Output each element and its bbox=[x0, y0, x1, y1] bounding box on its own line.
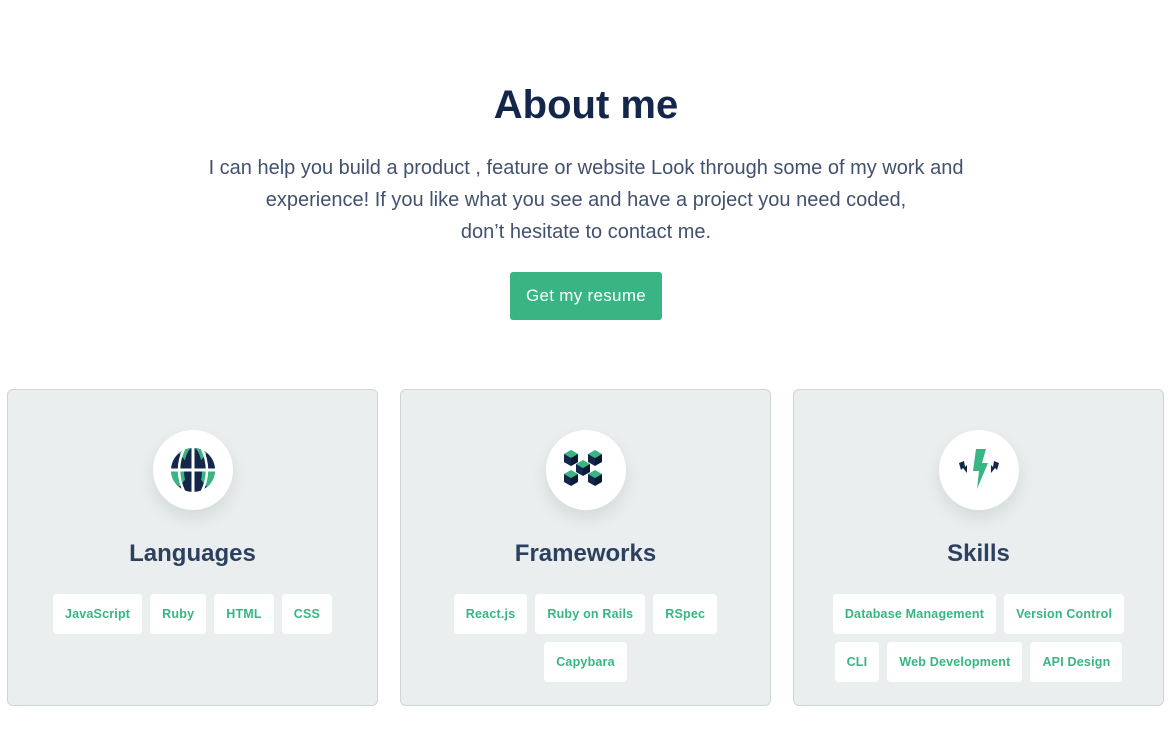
languages-card: Languages JavaScript Ruby HTML CSS bbox=[7, 389, 378, 706]
skills-icon-badge bbox=[939, 430, 1019, 510]
tag: Ruby bbox=[150, 594, 207, 634]
about-description: I can help you build a product , feature… bbox=[170, 152, 1002, 248]
tag: CLI bbox=[834, 642, 880, 682]
card-title: Frameworks bbox=[514, 540, 657, 567]
card-title: Skills bbox=[947, 540, 1010, 567]
tag: Ruby on Rails bbox=[535, 594, 646, 634]
tag: RSpec bbox=[653, 594, 718, 634]
page-title: About me bbox=[493, 83, 679, 127]
skills-card: Skills Database Management Version Contr… bbox=[793, 389, 1164, 706]
tag: API Design bbox=[1030, 642, 1123, 682]
card-title: Languages bbox=[129, 540, 256, 567]
get-resume-button[interactable]: Get my resume bbox=[510, 272, 662, 320]
lightning-icon bbox=[959, 449, 999, 489]
tag: HTML bbox=[214, 594, 274, 634]
cubes-icon bbox=[564, 450, 602, 486]
tag-list: Database Management Version Control CLI … bbox=[794, 594, 1163, 690]
tag: Version Control bbox=[1004, 594, 1125, 634]
tag-row: Capybara bbox=[401, 642, 770, 682]
globe-icon bbox=[170, 447, 216, 492]
frameworks-card: Frameworks React.js Ruby on Rails RSpec … bbox=[400, 389, 771, 706]
tag-list: JavaScript Ruby HTML CSS bbox=[8, 594, 377, 642]
tag: CSS bbox=[281, 594, 333, 634]
languages-icon-badge bbox=[153, 430, 233, 510]
tag: React.js bbox=[453, 594, 528, 634]
tag-list: React.js Ruby on Rails RSpec Capybara bbox=[401, 594, 770, 690]
frameworks-icon-badge bbox=[546, 430, 626, 510]
about-description-line: experience! If you like what you see and… bbox=[265, 189, 907, 211]
tag-row: CLI Web Development API Design bbox=[794, 642, 1163, 682]
about-description-line: I can help you build a product , feature… bbox=[208, 157, 964, 179]
about-description-line: don’t hesitate to contact me. bbox=[460, 221, 712, 243]
tag-row: JavaScript Ruby HTML CSS bbox=[8, 594, 377, 634]
tag: Web Development bbox=[887, 642, 1023, 682]
tag: JavaScript bbox=[52, 594, 143, 634]
tag-row: React.js Ruby on Rails RSpec bbox=[401, 594, 770, 634]
tag: Capybara bbox=[544, 642, 627, 682]
tag-row: Database Management Version Control bbox=[794, 594, 1163, 634]
tag: Database Management bbox=[832, 594, 997, 634]
